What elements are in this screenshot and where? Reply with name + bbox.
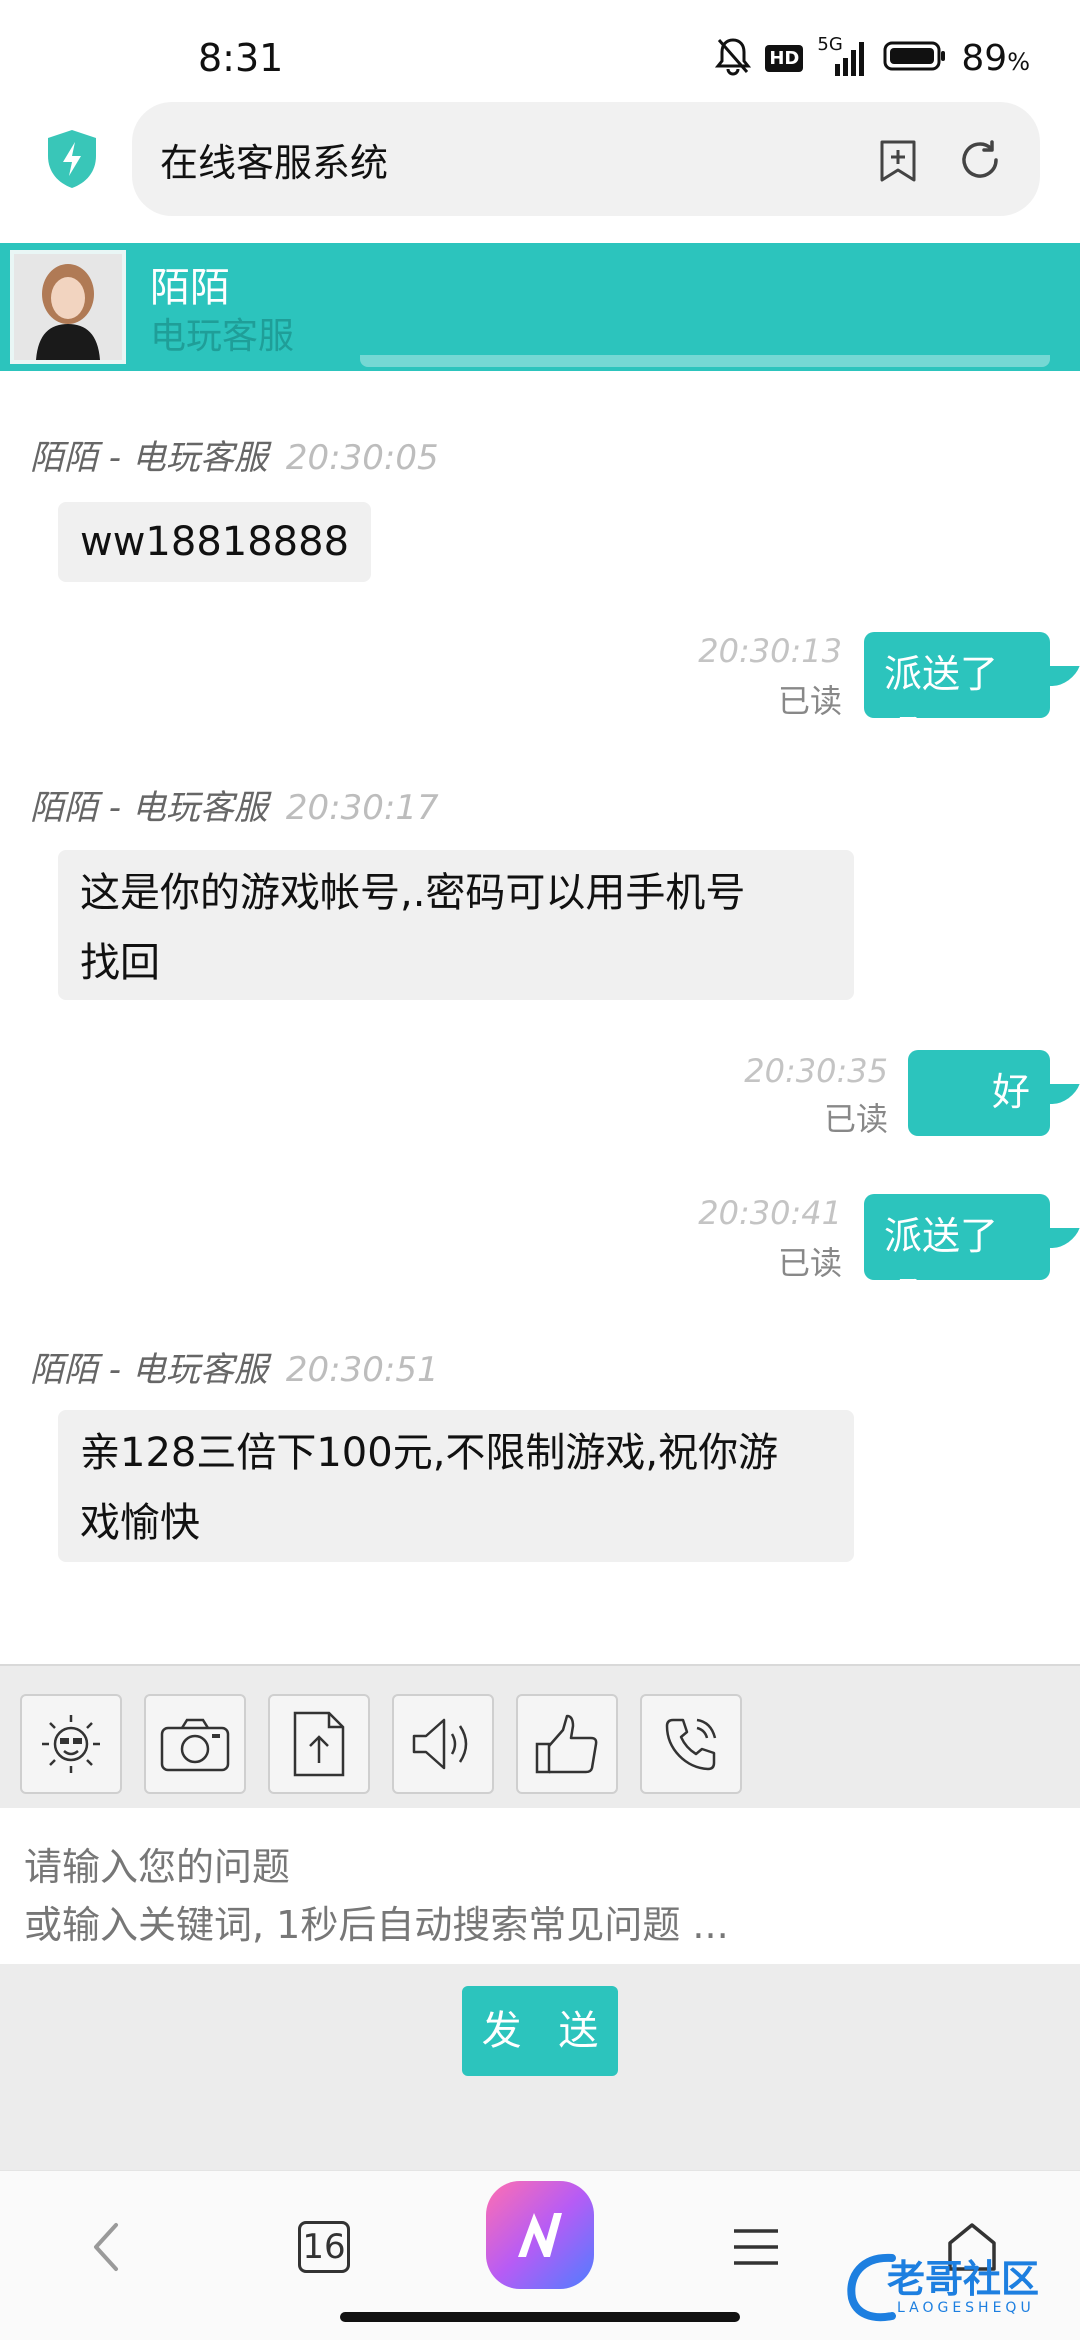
assistant-button[interactable] bbox=[484, 2179, 596, 2291]
shield-icon[interactable] bbox=[44, 128, 100, 190]
battery-icon bbox=[883, 40, 947, 76]
battery-unit: % bbox=[1007, 47, 1030, 76]
home-indicator[interactable] bbox=[340, 2312, 740, 2322]
status-indicators: HD 5G 89% bbox=[715, 34, 1030, 80]
battery-level: 89% bbox=[961, 38, 1030, 79]
thumbs-up-button[interactable] bbox=[516, 1694, 618, 1794]
message-line: 亲128三倍下100元,不限制游戏,祝你游 bbox=[80, 1430, 779, 1476]
upload-icon bbox=[293, 1711, 345, 1777]
message-line: 戏愉快 bbox=[80, 1500, 200, 1546]
browser-address-bar: 在线客服系统 bbox=[0, 100, 1080, 242]
chevron-left-icon bbox=[94, 2223, 118, 2271]
voice-button[interactable] bbox=[392, 1694, 494, 1794]
message-time: 20:30:17 bbox=[285, 788, 439, 828]
menu-icon bbox=[734, 2229, 778, 2265]
message-time: 20:30:35 bbox=[744, 1052, 888, 1090]
agent-message-bubble: 这是你的游戏帐号,.密码可以用手机号 找回 bbox=[58, 850, 854, 1000]
upload-button[interactable] bbox=[268, 1694, 370, 1794]
message-input[interactable]: 请输入您的问题 或输入关键词, 1秒后自动搜索常见问题 ... bbox=[0, 1808, 1080, 1964]
message-meta: 陌陌 - 电玩客服 20:30:51 bbox=[30, 1342, 439, 1391]
hd-badge: HD bbox=[765, 44, 804, 72]
read-status: 已读 bbox=[823, 1100, 888, 1138]
thumbs-up-icon bbox=[535, 1714, 598, 1774]
input-placeholder-hint: 或输入关键词, 1秒后自动搜索常见问题 ... bbox=[24, 1903, 729, 1947]
agent-message-bubble: 亲128三倍下100元,不限制游戏,祝你游 戏愉快 bbox=[58, 1410, 854, 1562]
message-line: 找回 bbox=[80, 940, 160, 986]
avatar[interactable] bbox=[10, 250, 126, 364]
message-time: 20:30:05 bbox=[285, 438, 439, 478]
back-button[interactable] bbox=[56, 2197, 156, 2297]
emoji-icon bbox=[42, 1715, 100, 1773]
chat-toolbar bbox=[0, 1664, 1080, 1808]
bookmark-add-icon[interactable] bbox=[874, 136, 922, 184]
agent-message-bubble: ww18818888 bbox=[58, 502, 372, 582]
message-meta: 陌陌 - 电玩客服 20:30:17 bbox=[30, 780, 439, 829]
user-message-bubble: 派送了吗 bbox=[864, 1194, 1050, 1318]
tab-count: 16 bbox=[302, 2227, 346, 2267]
reload-icon[interactable] bbox=[956, 136, 1004, 184]
sender-name: 陌陌 - 电玩客服 bbox=[30, 438, 268, 478]
signal-5g-icon: 5G bbox=[817, 34, 869, 78]
menu-button[interactable] bbox=[706, 2197, 806, 2297]
message-time: 20:30:51 bbox=[285, 1350, 439, 1390]
message-time: 20:30:41 bbox=[698, 1194, 842, 1232]
user-message-bubble: 派送了吗 bbox=[864, 632, 1050, 756]
chat-header: 陌陌 电玩客服 bbox=[0, 243, 1080, 371]
sender-name: 陌陌 - 电玩客服 bbox=[30, 1350, 268, 1390]
page-title: 在线客服系统 bbox=[160, 141, 389, 185]
camera-icon bbox=[160, 1718, 230, 1772]
url-field[interactable]: 在线客服系统 bbox=[132, 102, 1040, 216]
bell-muted-icon bbox=[715, 36, 752, 80]
send-button[interactable]: 发 送 bbox=[462, 1986, 618, 2076]
tabs-icon: 16 bbox=[298, 2221, 350, 2273]
battery-value: 89 bbox=[961, 37, 1008, 79]
watermark-text: 老哥社区 bbox=[887, 2257, 1040, 2301]
status-time: 8:31 bbox=[198, 36, 284, 80]
status-bar: 8:31 HD 5G 89% bbox=[0, 0, 1080, 100]
tabs-button[interactable]: 16 bbox=[274, 2197, 374, 2297]
message-meta: 陌陌 - 电玩客服 20:30:05 bbox=[30, 430, 439, 479]
phone-button[interactable] bbox=[640, 1694, 742, 1794]
message-line: 这是你的游戏帐号,.密码可以用手机号 bbox=[80, 870, 746, 916]
input-placeholder: 请输入您的问题 bbox=[24, 1845, 291, 1889]
watermark-subtext: LAOGESHEQU bbox=[897, 2300, 1035, 2316]
agent-name: 陌陌 bbox=[150, 265, 230, 311]
header-divider bbox=[360, 355, 1050, 367]
agent-role: 电玩客服 bbox=[150, 316, 295, 357]
read-status: 已读 bbox=[777, 682, 842, 720]
sender-name: 陌陌 - 电玩客服 bbox=[30, 788, 268, 828]
message-time: 20:30:13 bbox=[698, 632, 842, 670]
voice-icon bbox=[412, 1718, 468, 1770]
user-message-bubble: 好 bbox=[908, 1050, 1050, 1136]
send-area: 发 送 bbox=[0, 1964, 1080, 2170]
ai-assistant-icon bbox=[486, 2181, 594, 2289]
camera-button[interactable] bbox=[144, 1694, 246, 1794]
read-status: 已读 bbox=[777, 1244, 842, 1282]
watermark-logo: 老哥社区 LAOGESHEQU bbox=[842, 2242, 1074, 2332]
emoji-button[interactable] bbox=[20, 1694, 122, 1794]
phone-icon bbox=[665, 1718, 717, 1771]
